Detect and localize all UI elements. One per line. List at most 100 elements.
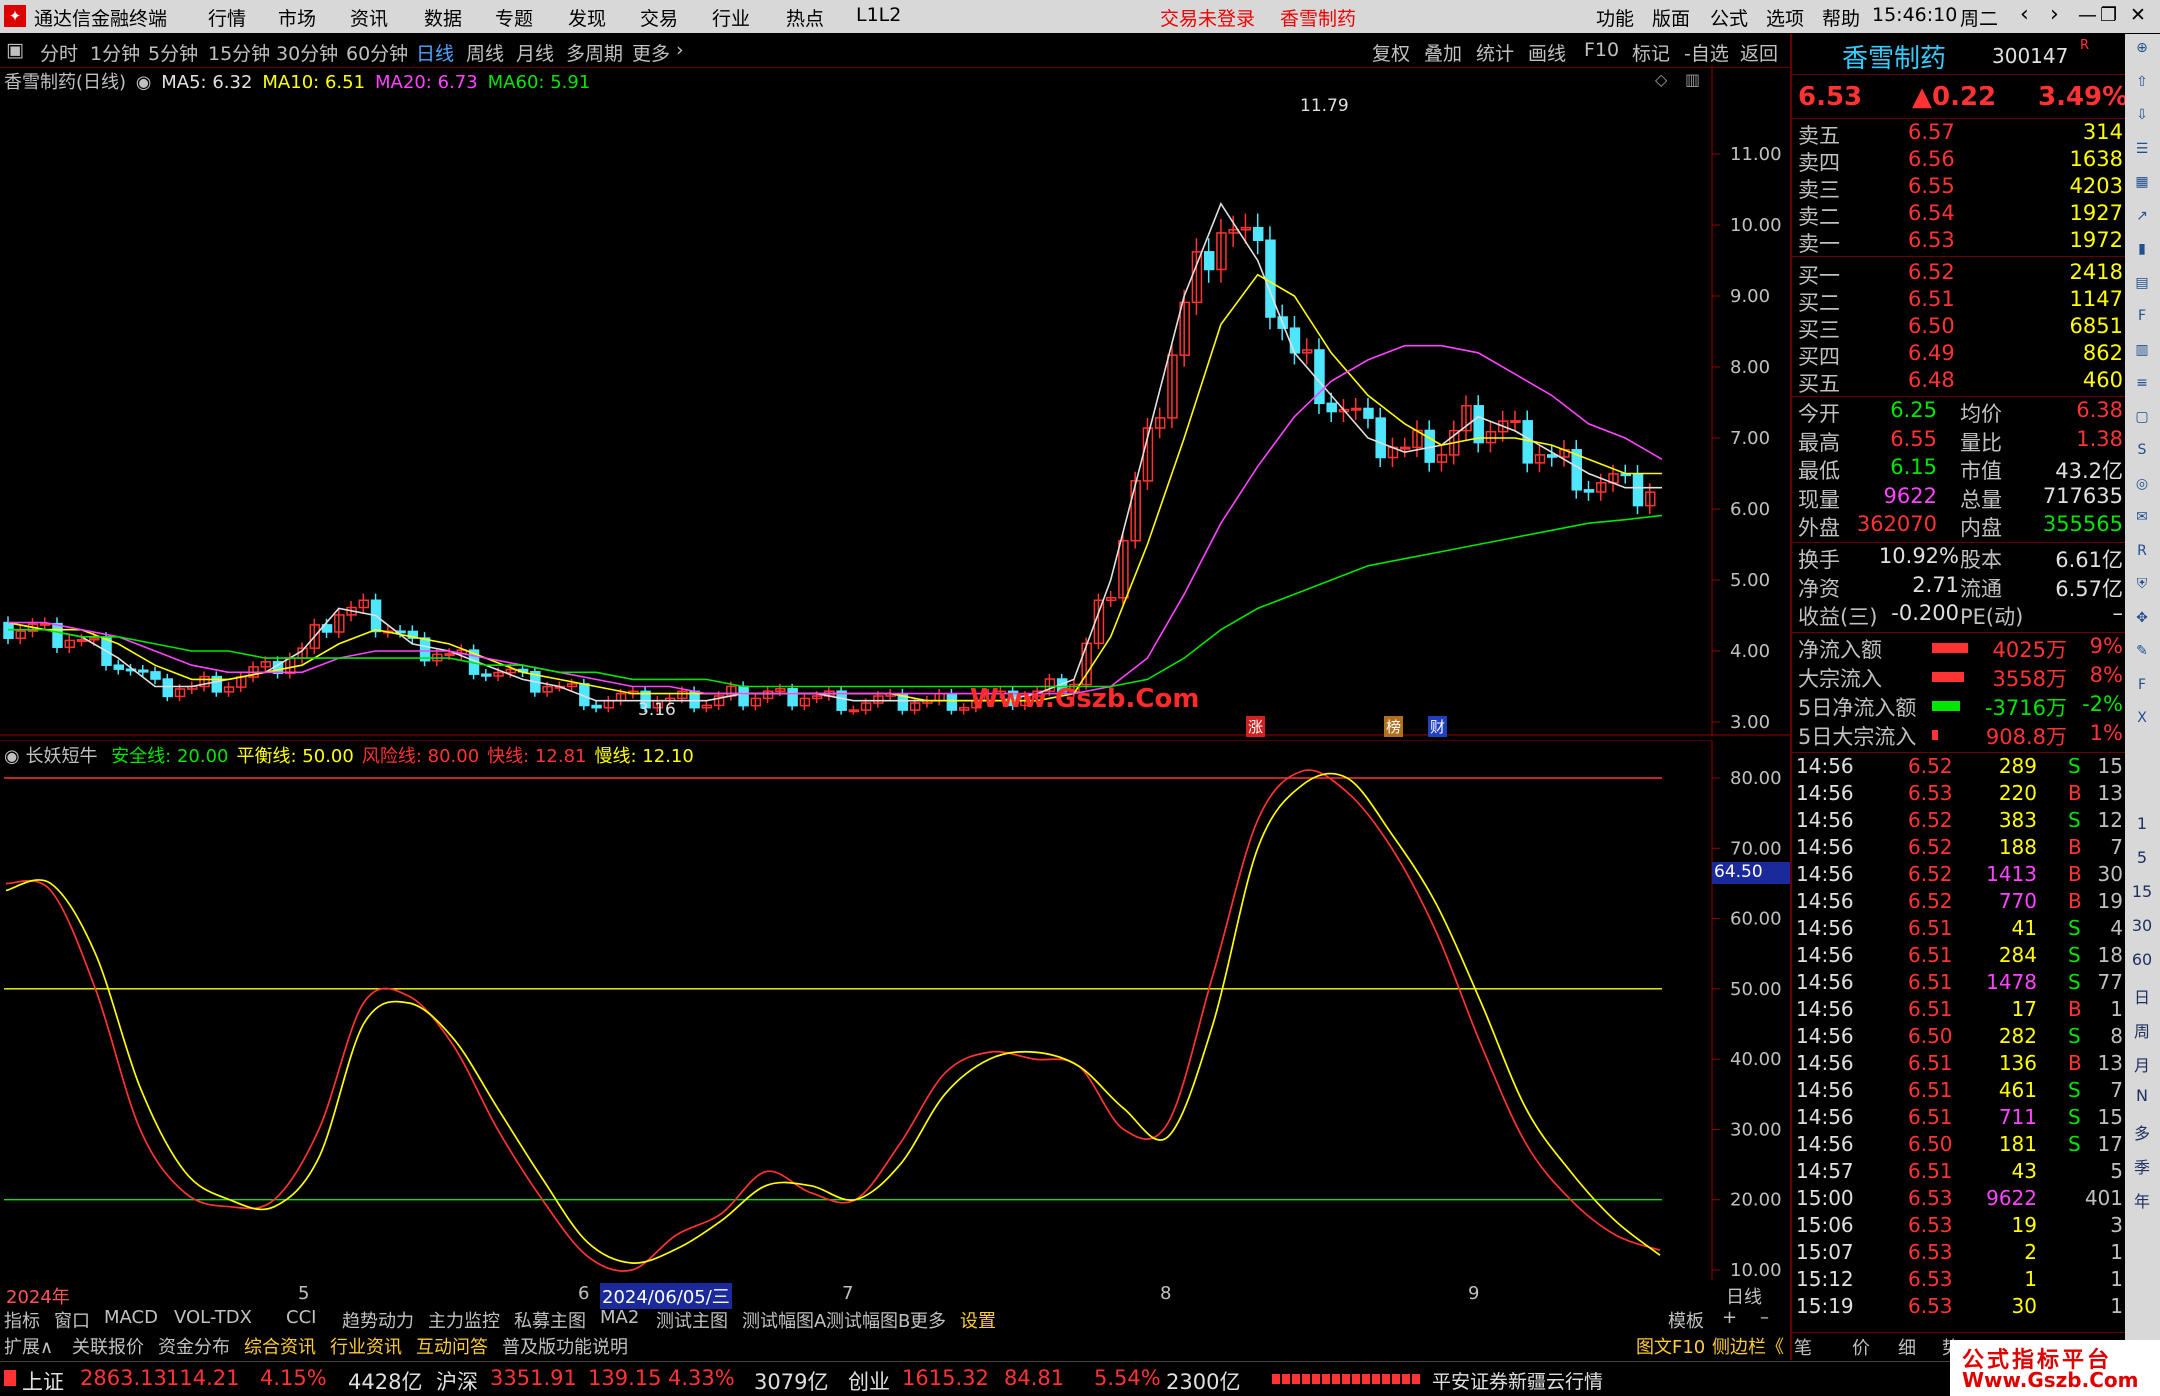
indicator-tab-12[interactable]: 更多 [910, 1307, 946, 1333]
info-tab-4[interactable]: 行业资讯 [330, 1333, 402, 1359]
circle-icon[interactable]: ◎ [2129, 476, 2155, 500]
chart-button-6[interactable]: -自选 [1684, 39, 1729, 66]
indicator-tab-9[interactable]: 测试主图 [656, 1307, 728, 1333]
indicator-tab-2[interactable]: MACD [104, 1307, 158, 1328]
period-tab-7[interactable]: 周线 [466, 39, 504, 66]
chart-button-3[interactable]: 画线 [1528, 39, 1566, 66]
toolbar-period-5[interactable]: 5 [2129, 848, 2155, 872]
ask-row-2[interactable]: 卖三 6.55 4203 [1792, 174, 2127, 202]
kline-chart[interactable]: 香雪制药(日线) ◉ MA5: 6.32 MA10: 6.51 MA20: 6.73… [0, 66, 1790, 737]
menu-3[interactable]: 数据 [424, 4, 462, 31]
kline-marker-2[interactable]: 财 [1428, 716, 1448, 737]
menu-1[interactable]: 市场 [278, 4, 316, 31]
pin-icon[interactable]: ⊕ [2129, 40, 2155, 64]
bid-row-1[interactable]: 买二 6.51 1147 [1792, 287, 2127, 315]
period-tab-10[interactable]: 更多 [632, 39, 670, 66]
list-icon[interactable]: ☰ [2129, 141, 2155, 165]
ask-row-4[interactable]: 卖一 6.53 1972 [1792, 228, 2127, 256]
menu-6[interactable]: 交易 [640, 4, 678, 31]
indicator-tab-6[interactable]: 主力监控 [428, 1307, 500, 1333]
down-icon[interactable]: ⇩ [2129, 107, 2155, 131]
bid-row-4[interactable]: 买五 6.48 460 [1792, 368, 2127, 396]
period-tab-8[interactable]: 月线 [516, 39, 554, 66]
move-icon[interactable]: ✥ [2129, 610, 2155, 634]
doc-icon[interactable]: ▤ [2129, 275, 2155, 299]
chart-button-4[interactable]: F10 [1584, 39, 1619, 61]
info-tab-0[interactable]: 扩展∧ [4, 1333, 53, 1359]
chart-icon[interactable]: ↗ [2129, 208, 2155, 232]
toolbar-period-季[interactable]: 季 [2129, 1154, 2155, 1178]
ask-row-0[interactable]: 卖五 6.57 314 [1792, 120, 2127, 148]
right-menu-1[interactable]: 版面 [1652, 4, 1690, 31]
toolbar-period-1[interactable]: 1 [2129, 814, 2155, 838]
pen-icon[interactable]: ✎ [2129, 643, 2155, 667]
indicator-tab-right-1[interactable]: + [1722, 1307, 1737, 1328]
quote-bottom-tab-2[interactable]: 笔 [1794, 1334, 1812, 1360]
indicator-tab-right-0[interactable]: 模板 [1668, 1307, 1704, 1333]
box-icon[interactable]: ▢ [2129, 409, 2155, 433]
menu-0[interactable]: 行情 [208, 4, 246, 31]
indicator-tab-7[interactable]: 私募主图 [514, 1307, 586, 1333]
up-icon[interactable]: ⇧ [2129, 74, 2155, 98]
info-tab-6[interactable]: 普及版功能说明 [502, 1333, 628, 1359]
info-tab-5[interactable]: 互动问答 [416, 1333, 488, 1359]
quote-bottom-tab-1[interactable]: 侧边栏《 [1712, 1333, 1784, 1359]
quote-bottom-tab-4[interactable]: 细 [1898, 1334, 1916, 1360]
toolbar-period-多[interactable]: 多 [2129, 1120, 2155, 1144]
forward-arrow-icon[interactable]: › [2050, 2, 2059, 27]
info-tab-2[interactable]: 资金分布 [158, 1333, 230, 1359]
indicator-tab-10[interactable]: 测试幅图A [742, 1307, 826, 1333]
back-arrow-icon[interactable]: ‹ [2020, 2, 2029, 27]
minimize-icon[interactable]: — [2078, 4, 2097, 26]
menu-9[interactable]: L1L2 [856, 4, 901, 26]
chart-button-1[interactable]: 叠加 [1424, 39, 1462, 66]
bars-icon[interactable]: ≡ [2129, 375, 2155, 399]
panel-toggle-icon[interactable]: ▣ [6, 39, 24, 61]
shield-icon[interactable]: ⛨ [2129, 576, 2155, 600]
bid-row-2[interactable]: 买三 6.50 6851 [1792, 314, 2127, 342]
period-tab-9[interactable]: 多周期 [566, 39, 623, 66]
right-menu-0[interactable]: 功能 [1596, 4, 1634, 31]
toolbar-period-周[interactable]: 周 [2129, 1018, 2155, 1042]
news-icon[interactable]: ✉ [2129, 509, 2155, 533]
fs-icon[interactable]: S [2129, 442, 2155, 466]
close-icon[interactable]: ✕ [2130, 4, 2146, 26]
period-tab-3[interactable]: 15分钟 [208, 39, 270, 66]
chart-button-2[interactable]: 统计 [1476, 39, 1514, 66]
indicator-tab-0[interactable]: 指标 [4, 1307, 40, 1333]
toolbar-period-30[interactable]: 30 [2129, 916, 2155, 940]
chart-button-7[interactable]: 返回 [1740, 39, 1778, 66]
info-tab-1[interactable]: 关联报价 [72, 1333, 144, 1359]
toolbar-period-月[interactable]: 月 [2129, 1052, 2155, 1076]
right-menu-3[interactable]: 选项 [1766, 4, 1804, 31]
index-name-1[interactable]: 沪深 [436, 1366, 478, 1396]
candle-icon[interactable]: ▮ [2129, 241, 2155, 265]
indicator-tab-3[interactable]: VOL-TDX [174, 1307, 252, 1328]
index-name-0[interactable]: 上证 [22, 1366, 64, 1396]
period-tab-5[interactable]: 60分钟 [346, 39, 408, 66]
grid-icon[interactable]: ▦ [2129, 174, 2155, 198]
toolbar-period-60[interactable]: 60 [2129, 950, 2155, 974]
menu-7[interactable]: 行业 [712, 4, 750, 31]
toolbar-period-15[interactable]: 15 [2129, 882, 2155, 906]
indicator-tab-11[interactable]: 测试幅图B [826, 1307, 910, 1333]
menu-4[interactable]: 专题 [495, 4, 533, 31]
menu-2[interactable]: 资讯 [350, 4, 388, 31]
indicator-chart[interactable]: ◉ 长妖短牛 安全线: 20.00 平衡线: 50.00 风险线: 80.00 快线:… [0, 740, 1790, 1280]
ask-row-1[interactable]: 卖四 6.56 1638 [1792, 147, 2127, 175]
period-tab-0[interactable]: 分时 [40, 39, 78, 66]
rsi-icon[interactable]: R [2129, 543, 2155, 567]
info-tab-3[interactable]: 综合资讯 [244, 1333, 316, 1359]
period-tab-4[interactable]: 30分钟 [276, 39, 338, 66]
period-tab-6[interactable]: 日线 [416, 39, 454, 66]
toolbar-period-年[interactable]: 年 [2129, 1188, 2155, 1212]
indicator-tab-13[interactable]: 设置 [960, 1307, 996, 1333]
period-tab-2[interactable]: 5分钟 [148, 39, 198, 66]
ask-row-3[interactable]: 卖二 6.54 1927 [1792, 201, 2127, 229]
chart-button-0[interactable]: 复权 [1372, 39, 1410, 66]
chart-button-5[interactable]: 标记 [1632, 39, 1670, 66]
right-menu-2[interactable]: 公式 [1710, 4, 1748, 31]
quote-bottom-tab-0[interactable]: 图文F10 [1636, 1333, 1705, 1359]
bid-row-0[interactable]: 买一 6.52 2418 [1792, 260, 2127, 288]
index-name-2[interactable]: 创业 [848, 1366, 890, 1396]
